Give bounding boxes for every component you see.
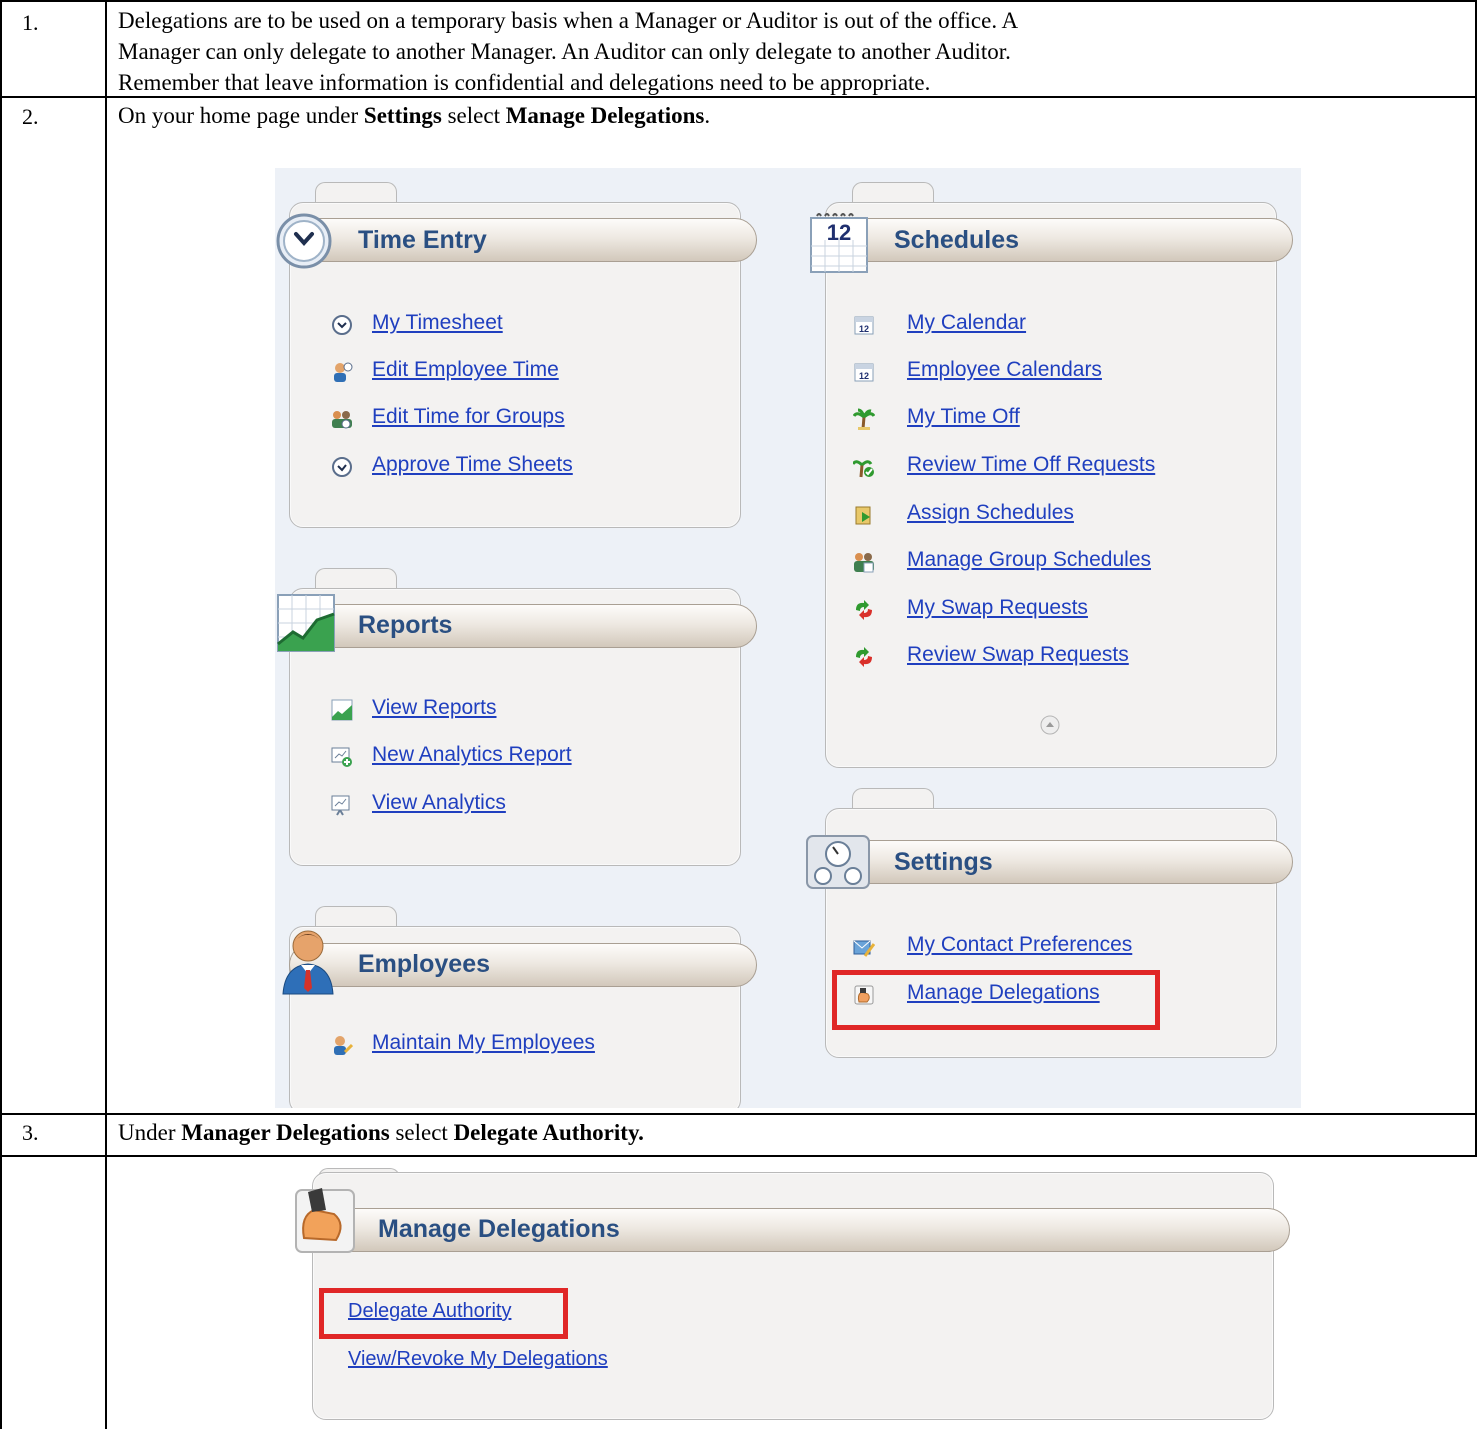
employee-edit-icon (331, 1034, 354, 1056)
time-entry-title: Time Entry (358, 226, 487, 254)
svg-text:12: 12 (859, 324, 869, 334)
table-border-top (0, 0, 1477, 2)
contact-preferences-icon (853, 936, 876, 958)
new-analytics-icon (331, 746, 353, 768)
step-2-number: 2. (22, 104, 39, 129)
step-1-number: 1. (22, 10, 39, 35)
step-3-text-part: select (389, 1120, 454, 1145)
link-my-swap-requests[interactable]: My Swap Requests (907, 596, 1088, 620)
group-schedule-icon (853, 551, 875, 573)
step-3-delegate-authority-label: Delegate Authority. (453, 1120, 644, 1145)
assign-schedule-icon (853, 504, 875, 526)
step-3-manager-delegations-label: Manager Delegations (181, 1120, 390, 1145)
swap-icon (853, 646, 875, 668)
step-2-manage-delegations-label: Manage Delegations (505, 103, 705, 128)
svg-text:12: 12 (859, 371, 869, 381)
employee-clock-icon (331, 361, 353, 383)
analytics-icon (331, 794, 353, 816)
link-my-time-off[interactable]: My Time Off (907, 405, 1020, 429)
chart-icon (331, 699, 353, 721)
schedules-panel (825, 202, 1277, 768)
clock-icon (331, 314, 353, 336)
step-1-line-2: Manager can only delegate to another Man… (118, 39, 1011, 64)
step-2-text-part: On your home page under (118, 103, 364, 128)
link-assign-schedules[interactable]: Assign Schedules (907, 501, 1074, 525)
collapse-up-icon[interactable] (1039, 714, 1061, 736)
calendar-small-icon: 12 (853, 361, 875, 383)
reports-title: Reports (358, 611, 453, 639)
swap-icon (853, 599, 875, 621)
clock-icon (275, 212, 333, 270)
approve-clock-icon (331, 456, 353, 478)
table-row-divider-3 (0, 1155, 1477, 1157)
step-3-number: 3. (22, 1120, 39, 1145)
link-view-revoke-my-delegations[interactable]: View/Revoke My Delegations (348, 1348, 608, 1371)
step-2-settings-label: Settings (363, 103, 442, 128)
step-1-line-3: Remember that leave information is confi… (118, 70, 931, 95)
group-clock-icon (331, 408, 353, 430)
delegation-hand-icon (292, 1182, 358, 1256)
step-3-text: Under Manager Delegations select Delegat… (118, 1117, 644, 1148)
table-column-divider (105, 0, 107, 1429)
step-3-text-part: Under (118, 1120, 182, 1145)
step-1-line-1: Delegations are to be used on a temporar… (118, 8, 1019, 33)
link-view-analytics[interactable]: View Analytics (372, 791, 506, 815)
palm-tree-icon (852, 408, 876, 430)
link-my-calendar[interactable]: My Calendar (907, 311, 1026, 335)
palm-tree-check-icon (851, 456, 875, 478)
delegations-title: Manage Delegations (378, 1215, 620, 1243)
settings-title: Settings (894, 848, 993, 876)
table-border-right (1475, 0, 1477, 1157)
link-my-timesheet[interactable]: My Timesheet (372, 311, 503, 335)
link-review-swap-requests[interactable]: Review Swap Requests (907, 643, 1129, 667)
step-1-text: Delegations are to be used on a temporar… (118, 5, 1018, 98)
delegations-screenshot: Manage Delegations Delegate Authority Vi… (288, 1158, 1293, 1429)
link-review-time-off-requests[interactable]: Review Time Off Requests (907, 453, 1155, 477)
homepage-screenshot: Time Entry My Timesheet Edit Employee Ti… (275, 168, 1301, 1108)
link-manage-group-schedules[interactable]: Manage Group Schedules (907, 548, 1151, 572)
settings-gauge-icon (805, 834, 871, 890)
link-approve-time-sheets[interactable]: Approve Time Sheets (372, 453, 573, 477)
employees-title: Employees (358, 950, 491, 978)
link-new-analytics-report[interactable]: New Analytics Report (372, 743, 572, 767)
step-2-text-part: select (441, 103, 506, 128)
link-view-reports[interactable]: View Reports (372, 696, 497, 720)
calendar-small-icon: 12 (853, 314, 875, 336)
link-employee-calendars[interactable]: Employee Calendars (907, 358, 1102, 382)
employee-icon (279, 926, 337, 996)
link-my-contact-preferences[interactable]: My Contact Preferences (907, 933, 1132, 957)
schedules-title: Schedules (894, 226, 1020, 254)
step-2-text-part: . (704, 103, 711, 128)
step-2-text: On your home page under Settings select … (118, 100, 710, 131)
link-edit-time-for-groups[interactable]: Edit Time for Groups (372, 405, 565, 429)
link-edit-employee-time[interactable]: Edit Employee Time (372, 358, 559, 382)
link-maintain-my-employees[interactable]: Maintain My Employees (372, 1031, 595, 1055)
delegate-authority-highlight (319, 1288, 568, 1339)
table-row-divider-2 (0, 1113, 1477, 1115)
reports-chart-icon (275, 592, 337, 654)
manage-delegations-highlight (832, 970, 1160, 1030)
calendar-icon: 12 (807, 210, 871, 274)
calendar-icon-day: 12 (827, 220, 851, 245)
table-border-left (0, 0, 2, 1429)
